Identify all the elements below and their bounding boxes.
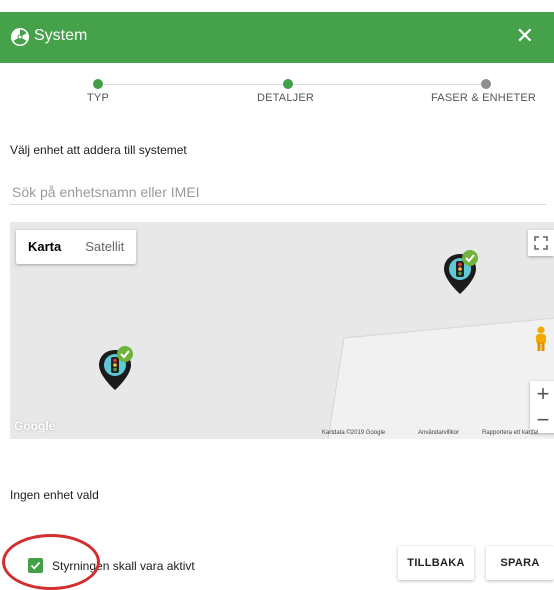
radiation-icon (11, 28, 29, 46)
check-icon (30, 561, 41, 570)
street-view-pegman[interactable] (528, 326, 554, 352)
step-dot-faser (481, 79, 491, 89)
step-dot-detaljer (283, 79, 293, 89)
traffic-light-marker[interactable] (440, 250, 480, 296)
step-label-faser[interactable]: FASER & ENHETER (431, 92, 536, 104)
fullscreen-button[interactable] (528, 230, 554, 256)
map-type-satellite-button[interactable]: Satellit (73, 230, 136, 264)
step-label-typ[interactable]: TYP (87, 92, 109, 104)
close-icon[interactable]: ✕ (516, 25, 534, 47)
traffic-light-marker[interactable] (95, 346, 135, 392)
stepper-line (98, 84, 288, 85)
report-map-error-link[interactable]: Rapportera ett kartfel (482, 430, 538, 436)
step-label-detaljer[interactable]: DETALJER (257, 92, 314, 104)
search-input[interactable] (10, 180, 546, 205)
active-control-checkbox[interactable] (28, 558, 43, 573)
selection-status: Ingen enhet vald (10, 488, 99, 502)
dialog-header: System ✕ (0, 12, 554, 63)
active-control-label[interactable]: Styrningen skall vara aktivt (52, 559, 195, 573)
map-type-toggle: Karta Satellit (16, 230, 137, 264)
dialog-title: System (34, 27, 88, 44)
terms-link[interactable]: Användarvillkor (418, 430, 459, 436)
map-attribution: Kartdata ©2019 Google (322, 430, 386, 436)
instruction-text: Välj enhet att addera till systemet (10, 143, 187, 157)
zoom-in-button[interactable]: + (530, 381, 554, 407)
back-button[interactable]: TILLBAKA (398, 546, 474, 580)
stepper-line (288, 84, 486, 85)
step-dot-typ (93, 79, 103, 89)
fullscreen-icon (534, 236, 548, 250)
map-type-karta-button[interactable]: Karta (16, 230, 73, 264)
pegman-icon (536, 326, 546, 351)
zoom-controls: + − (530, 381, 554, 433)
google-logo[interactable]: Google (14, 419, 55, 433)
save-button[interactable]: SPARA (486, 546, 554, 580)
map-view[interactable]: Karta Satellit + − Google Kartdata ©2019… (10, 222, 554, 439)
